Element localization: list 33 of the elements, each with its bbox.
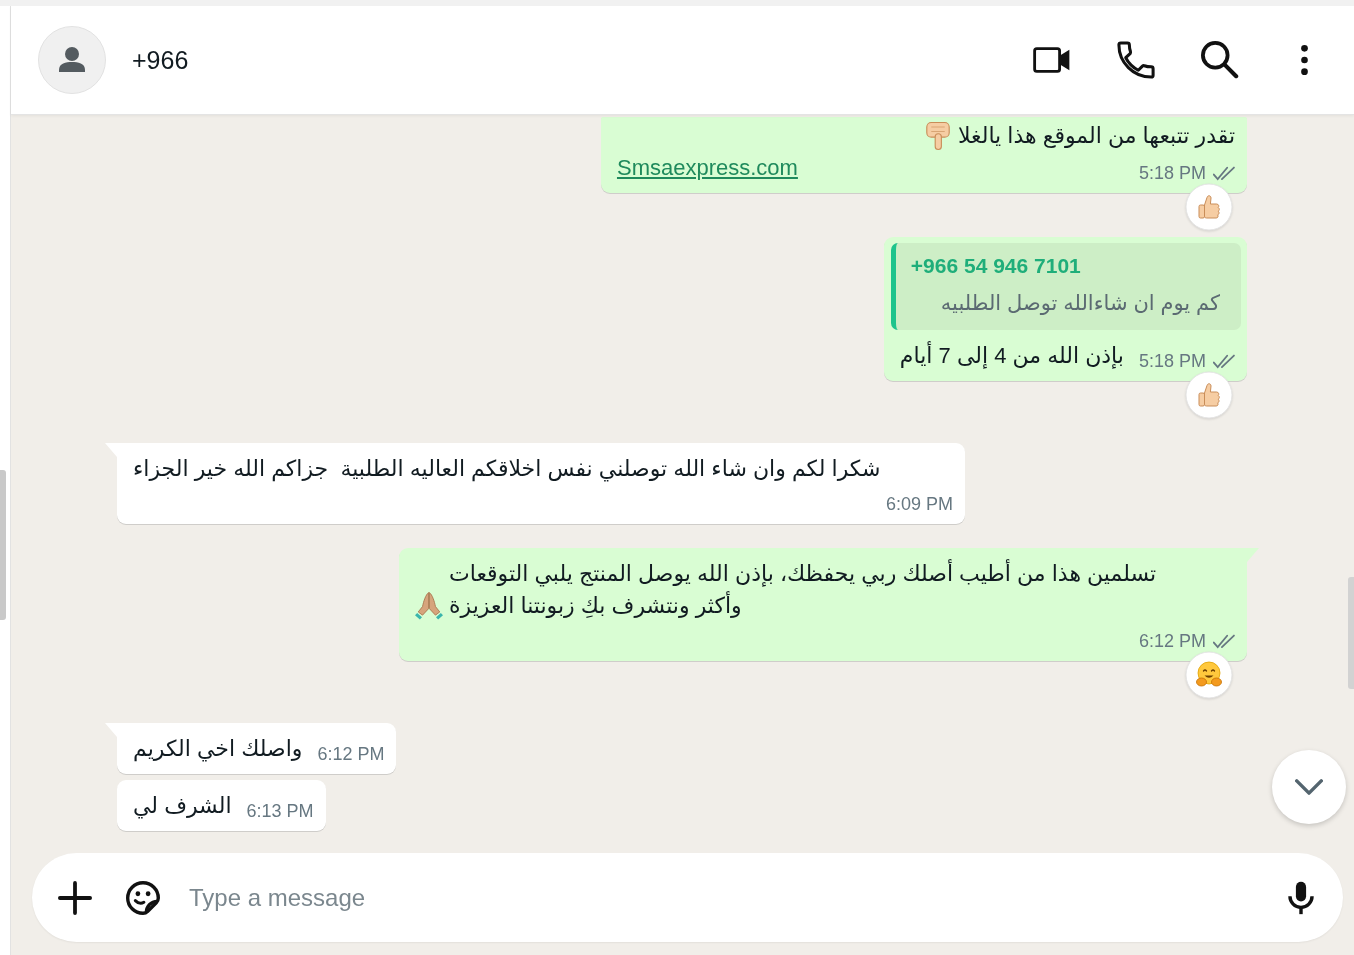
message-time: 6:12 PM <box>317 744 385 764</box>
search-icon <box>1201 41 1239 79</box>
avatar-icon[interactable] <box>38 26 106 94</box>
message-text: تقدر تتبعها من الموقع هذا يالغلا <box>957 122 1235 150</box>
message-text: واصلك اخي الكريم <box>133 735 303 764</box>
message-bar[interactable]: Type a message <box>32 853 1343 942</box>
quote-author: +966 54 946 7101 <box>910 253 1081 279</box>
message-time: 6:12 PM <box>1138 631 1206 651</box>
quote-text: كم يوم ان شاءالله توصل الطلبيه <box>940 290 1220 317</box>
thumbs-up-icon[interactable] <box>1185 371 1233 419</box>
scrollbar-thumb[interactable] <box>1348 577 1354 689</box>
message-text: الشرف لي <box>133 792 232 821</box>
hugging-face-icon[interactable] <box>1185 651 1233 699</box>
praying-hands-icon <box>415 592 443 620</box>
message-time: 6:09 PM <box>885 494 953 514</box>
message-text: بإذن الله من 4 إلى 7 أيام <box>899 340 1124 371</box>
message-time: 6:13 PM <box>246 801 314 821</box>
pointing-down-hand-icon <box>923 122 952 150</box>
scroll-down-button[interactable] <box>1272 750 1346 824</box>
chevron-down-icon <box>1295 779 1323 795</box>
message-time: 5:18 PM <box>1138 163 1206 183</box>
message-time: 5:18 PM <box>1138 351 1206 371</box>
more-icon <box>1299 45 1309 75</box>
message-text: تسلمين هذا من أطيب أصلك ربي يحفظك، بإذن الله يوصل المنتج يلبي التوقعات وأكثر ونتشرف بكِ زبونتنا العزيزة <box>449 558 1157 620</box>
link[interactable]: Smsaexpress.com <box>616 152 798 184</box>
message-text: شكرا لكم وان شاء الله توصلني نفس اخلاقكم العاليه الطلبية جزاكم الله خير الجزاء <box>133 455 881 484</box>
plus-icon <box>58 880 92 915</box>
message-input[interactable]: Type a message <box>189 875 1279 920</box>
scrollbar-thumb[interactable] <box>0 470 6 620</box>
phone-icon <box>1117 41 1155 79</box>
thumbs-up-icon[interactable] <box>1185 183 1233 231</box>
contact-name[interactable]: +966 <box>132 45 189 75</box>
sticker-icon <box>126 880 160 915</box>
